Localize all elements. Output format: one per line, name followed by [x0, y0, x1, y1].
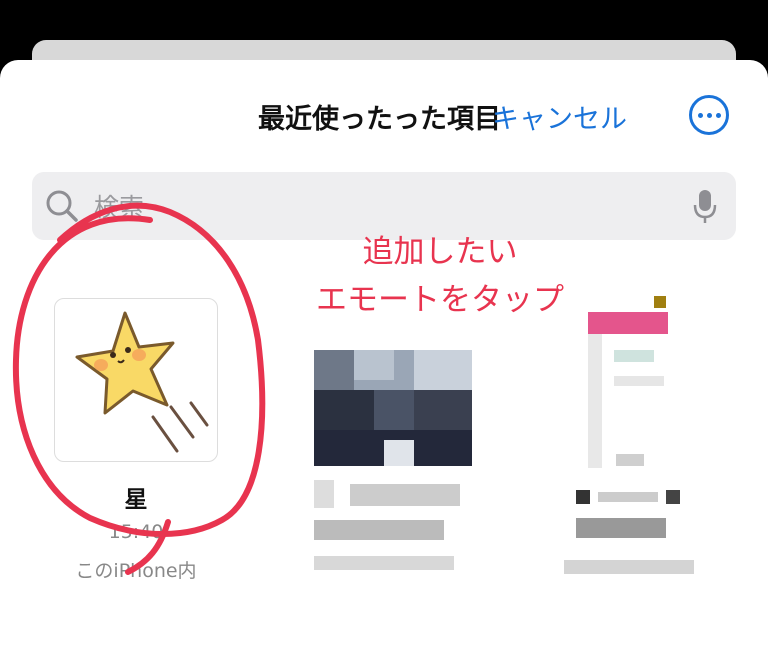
- more-options-button[interactable]: [689, 95, 729, 135]
- annotation-line-1: 追加したい: [362, 234, 518, 270]
- item-title: 星: [124, 487, 148, 513]
- item-location: このiPhone内: [75, 560, 197, 582]
- microphone-icon[interactable]: [692, 189, 718, 225]
- star-sticker-icon: [75, 311, 209, 453]
- annotation-text: 追加したい エモートをタップ: [270, 228, 610, 324]
- page-title: 最近使ったった項目: [258, 104, 501, 135]
- item-time: 15:40: [108, 521, 164, 543]
- pixelated-document-tile[interactable]: [588, 296, 668, 468]
- star-sticker-tile[interactable]: [54, 298, 218, 462]
- search-icon: [46, 190, 78, 222]
- annotation-line-2: エモートをタップ: [316, 282, 564, 318]
- pixelated-caption-2: [314, 480, 474, 570]
- pixelated-photo-tile[interactable]: [314, 350, 472, 466]
- ellipsis-icon: [697, 112, 703, 118]
- pixelated-caption-3: [564, 490, 704, 574]
- cancel-button[interactable]: キャンセル: [492, 97, 627, 136]
- search-input[interactable]: [92, 186, 656, 228]
